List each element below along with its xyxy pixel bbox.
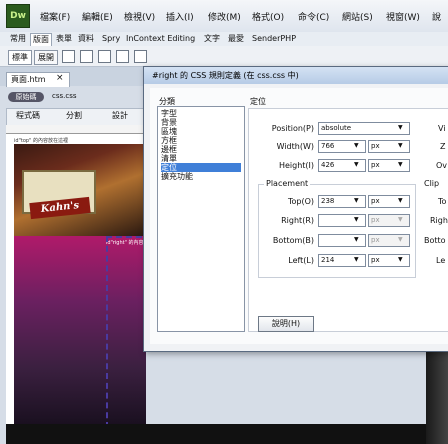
insert-tab-favorites[interactable]: 最愛 [226, 33, 246, 45]
position-label: Position(P) [271, 124, 314, 133]
close-tab-icon[interactable]: × [56, 73, 64, 83]
clip-title: Clip [424, 179, 440, 188]
insert-tab-incontext[interactable]: InContext Editing [124, 33, 197, 45]
chevron-down-icon[interactable]: ▼ [398, 161, 403, 168]
chevron-down-icon[interactable]: ▼ [354, 256, 359, 263]
height-unit-select[interactable]: px [368, 159, 410, 172]
insert-tab-common[interactable]: 常用 [8, 33, 28, 45]
menu-file[interactable]: 檔案(F) [40, 10, 70, 23]
dialog-title: #right 的 CSS 規則定義 (在 css.css 中) [152, 71, 299, 80]
chevron-down-icon[interactable]: ▼ [354, 236, 359, 243]
menu-format[interactable]: 格式(O) [252, 10, 284, 23]
zindex-label: Z [440, 142, 446, 151]
table-icon[interactable] [80, 50, 93, 63]
insert-tab-senderphp[interactable]: SenderPHP [250, 33, 298, 45]
draw-div-icon[interactable] [98, 50, 111, 63]
left-label: Left(L) [288, 256, 314, 265]
position-select[interactable]: absolute [318, 122, 410, 135]
div-top-label: id"top" 的內容放在這裡 [14, 138, 68, 144]
menu-view[interactable]: 檢視(V) [124, 10, 155, 23]
right-label: Right(R) [281, 216, 314, 225]
menu-window[interactable]: 視窗(W) [386, 10, 420, 23]
insert-tab-data[interactable]: 資料 [76, 33, 96, 45]
chevron-down-icon[interactable]: ▼ [398, 124, 403, 131]
chevron-down-icon: ▼ [398, 216, 403, 223]
section-title: 定位 [250, 97, 266, 106]
chevron-down-icon[interactable]: ▼ [354, 161, 359, 168]
menu-edit[interactable]: 編輯(E) [82, 10, 113, 23]
menu-insert[interactable]: 插入(I) [166, 10, 194, 23]
chevron-down-icon[interactable]: ▼ [398, 197, 403, 204]
category-item-box[interactable]: 方框 [161, 136, 177, 145]
category-item-extensions[interactable]: 擴充功能 [161, 172, 193, 181]
bottom-label: Bottom(B) [272, 236, 314, 245]
menu-site[interactable]: 網站(S) [342, 10, 373, 23]
category-item-border[interactable]: 邊框 [161, 145, 177, 154]
dreamweaver-logo-icon: Dw [6, 4, 30, 28]
chevron-down-icon[interactable]: ▼ [354, 216, 359, 223]
expanded-mode-button[interactable]: 展開 [34, 50, 58, 65]
insert-tab-spry[interactable]: Spry [100, 33, 122, 45]
design-view-button[interactable]: 設計 [112, 110, 128, 121]
frame-icon[interactable] [116, 50, 129, 63]
category-item-list[interactable]: 清單 [161, 154, 177, 163]
related-file-link[interactable]: css.css [52, 92, 77, 100]
insert-tab-forms[interactable]: 表單 [54, 33, 74, 45]
width-unit-select[interactable]: px [368, 140, 410, 153]
right-unit-select: px [368, 214, 410, 227]
insert-tab-text[interactable]: 文字 [202, 33, 222, 45]
split-view-button[interactable]: 分割 [66, 110, 82, 121]
chevron-down-icon[interactable]: ▼ [354, 197, 359, 204]
visibility-label: Vi [438, 124, 446, 133]
clip-left-label: Le [436, 256, 446, 265]
iframe-icon[interactable] [134, 50, 147, 63]
width-label: Width(W) [276, 142, 314, 151]
clip-right-label: Righ [430, 216, 448, 225]
height-label: Height(I) [278, 161, 314, 170]
chevron-down-icon: ▼ [398, 236, 403, 243]
footer-bar [6, 424, 426, 444]
layout-icon[interactable] [62, 50, 75, 63]
menu-modify[interactable]: 修改(M) [208, 10, 241, 23]
source-code-badge[interactable]: 原始碼 [8, 92, 44, 102]
clip-top-label: To [438, 197, 447, 206]
placement-title: Placement [264, 179, 311, 188]
chevron-down-icon[interactable]: ▼ [354, 142, 359, 149]
menu-help[interactable]: 說 [432, 10, 441, 23]
category-item-block[interactable]: 區塊 [161, 127, 177, 136]
clip-bottom-label: Botto [424, 236, 446, 245]
help-button[interactable]: 說明(H) [258, 316, 314, 332]
ruler [6, 125, 148, 134]
top-unit-select[interactable]: px [368, 195, 410, 208]
standard-mode-button[interactable]: 標準 [8, 50, 32, 65]
insert-tab-layout[interactable]: 版面 [30, 33, 52, 46]
chevron-down-icon[interactable]: ▼ [398, 142, 403, 149]
category-item-background[interactable]: 背景 [161, 118, 177, 127]
menu-commands[interactable]: 命令(C) [298, 10, 329, 23]
category-item-positioning[interactable]: 定位 [161, 163, 241, 172]
top-label: Top(O) [287, 197, 314, 206]
bottom-unit-select: px [368, 234, 410, 247]
overflow-label: Ov [436, 161, 448, 170]
chevron-down-icon[interactable]: ▼ [398, 256, 403, 263]
code-view-button[interactable]: 程式碼 [16, 110, 40, 121]
left-unit-select[interactable]: px [368, 254, 410, 267]
category-item-type[interactable]: 字型 [161, 109, 177, 118]
